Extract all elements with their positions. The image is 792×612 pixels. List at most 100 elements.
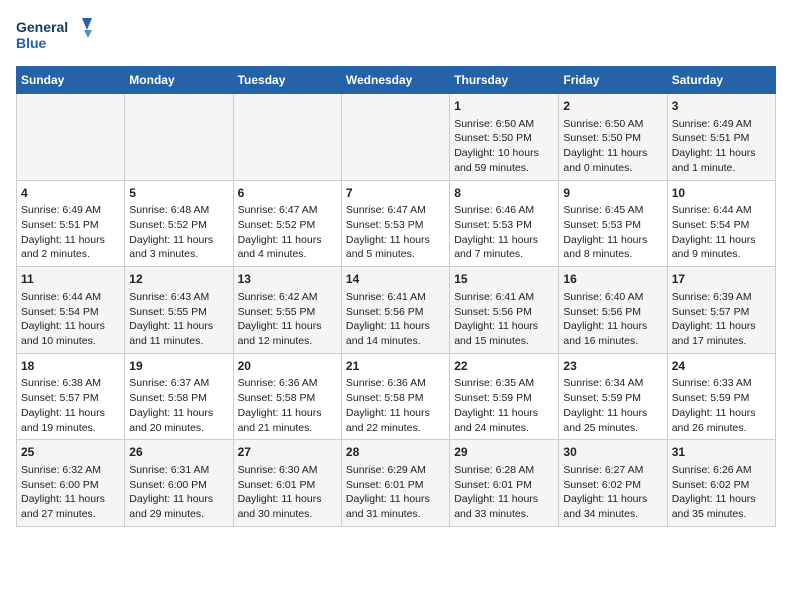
calendar-cell: 22Sunrise: 6:35 AM Sunset: 5:59 PM Dayli… bbox=[450, 353, 559, 440]
calendar-cell: 28 Sunrise: 6:29 AM Sunset: 6:01 PM Dayli… bbox=[341, 440, 449, 527]
day-number: 14 bbox=[346, 271, 445, 288]
day-info: Sunrise: 6:41 AM Sunset: 5:56 PM Dayligh… bbox=[346, 290, 445, 349]
day-info: Sunrise: 6:37 AM Sunset: 5:58 PM Dayligh… bbox=[129, 376, 228, 435]
day-number: 25 bbox=[21, 444, 120, 461]
day-number: 10 bbox=[672, 185, 771, 202]
day-info: Sunrise: 6:34 AM Sunset: 5:59 PM Dayligh… bbox=[563, 376, 662, 435]
day-number: 6 bbox=[238, 185, 337, 202]
day-number: 15 bbox=[454, 271, 554, 288]
day-number: 1 bbox=[454, 98, 554, 115]
day-info: Sunrise: 6:50 AM Sunset: 5:50 PM Dayligh… bbox=[454, 117, 554, 176]
day-number: 16 bbox=[563, 271, 662, 288]
day-number: 3 bbox=[672, 98, 771, 115]
svg-text:Blue: Blue bbox=[16, 35, 47, 51]
calendar-week-row: 1 Sunrise: 6:50 AM Sunset: 5:50 PM Daylig… bbox=[17, 94, 776, 181]
day-info: Sunrise: 6:45 AM Sunset: 5:53 PM Dayligh… bbox=[563, 203, 662, 262]
day-info: Sunrise: 6:32 AM Sunset: 6:00 PM Dayligh… bbox=[21, 463, 120, 522]
calendar-cell: 5Sunrise: 6:48 AM Sunset: 5:52 PM Daylig… bbox=[125, 180, 233, 267]
calendar-week-row: 11Sunrise: 6:44 AM Sunset: 5:54 PM Dayli… bbox=[17, 267, 776, 354]
day-number: 22 bbox=[454, 358, 554, 375]
day-info: Sunrise: 6:42 AM Sunset: 5:55 PM Dayligh… bbox=[238, 290, 337, 349]
day-info: Sunrise: 6:49 AM Sunset: 5:51 PM Dayligh… bbox=[672, 117, 771, 176]
calendar-cell: 17Sunrise: 6:39 AM Sunset: 5:57 PM Dayli… bbox=[667, 267, 775, 354]
day-info: Sunrise: 6:30 AM Sunset: 6:01 PM Dayligh… bbox=[238, 463, 337, 522]
calendar-cell: 4Sunrise: 6:49 AM Sunset: 5:51 PM Daylig… bbox=[17, 180, 125, 267]
day-info: Sunrise: 6:44 AM Sunset: 5:54 PM Dayligh… bbox=[21, 290, 120, 349]
calendar-cell: 29 Sunrise: 6:28 AM Sunset: 6:01 PM Dayli… bbox=[450, 440, 559, 527]
calendar-cell: 7Sunrise: 6:47 AM Sunset: 5:53 PM Daylig… bbox=[341, 180, 449, 267]
weekday-header: Monday bbox=[125, 67, 233, 94]
calendar-cell: 23Sunrise: 6:34 AM Sunset: 5:59 PM Dayli… bbox=[559, 353, 667, 440]
day-number: 30 bbox=[563, 444, 662, 461]
page-header: General Blue bbox=[16, 16, 776, 58]
calendar-cell bbox=[341, 94, 449, 181]
calendar-header-row: SundayMondayTuesdayWednesdayThursdayFrid… bbox=[17, 67, 776, 94]
calendar-cell: 2 Sunrise: 6:50 AM Sunset: 5:50 PM Daylig… bbox=[559, 94, 667, 181]
day-info: Sunrise: 6:40 AM Sunset: 5:56 PM Dayligh… bbox=[563, 290, 662, 349]
calendar-cell bbox=[17, 94, 125, 181]
calendar-cell: 25 Sunrise: 6:32 AM Sunset: 6:00 PM Dayli… bbox=[17, 440, 125, 527]
day-number: 20 bbox=[238, 358, 337, 375]
day-info: Sunrise: 6:43 AM Sunset: 5:55 PM Dayligh… bbox=[129, 290, 228, 349]
day-number: 8 bbox=[454, 185, 554, 202]
day-number: 7 bbox=[346, 185, 445, 202]
weekday-header: Sunday bbox=[17, 67, 125, 94]
logo-svg: General Blue bbox=[16, 16, 96, 58]
day-info: Sunrise: 6:29 AM Sunset: 6:01 PM Dayligh… bbox=[346, 463, 445, 522]
weekday-header: Tuesday bbox=[233, 67, 341, 94]
calendar-cell: 9Sunrise: 6:45 AM Sunset: 5:53 PM Daylig… bbox=[559, 180, 667, 267]
day-info: Sunrise: 6:47 AM Sunset: 5:53 PM Dayligh… bbox=[346, 203, 445, 262]
day-number: 19 bbox=[129, 358, 228, 375]
day-number: 23 bbox=[563, 358, 662, 375]
calendar-cell: 13Sunrise: 6:42 AM Sunset: 5:55 PM Dayli… bbox=[233, 267, 341, 354]
day-info: Sunrise: 6:36 AM Sunset: 5:58 PM Dayligh… bbox=[238, 376, 337, 435]
day-info: Sunrise: 6:35 AM Sunset: 5:59 PM Dayligh… bbox=[454, 376, 554, 435]
day-info: Sunrise: 6:41 AM Sunset: 5:56 PM Dayligh… bbox=[454, 290, 554, 349]
day-info: Sunrise: 6:36 AM Sunset: 5:58 PM Dayligh… bbox=[346, 376, 445, 435]
day-number: 9 bbox=[563, 185, 662, 202]
calendar-week-row: 4Sunrise: 6:49 AM Sunset: 5:51 PM Daylig… bbox=[17, 180, 776, 267]
calendar-week-row: 18Sunrise: 6:38 AM Sunset: 5:57 PM Dayli… bbox=[17, 353, 776, 440]
day-number: 29 bbox=[454, 444, 554, 461]
calendar-cell: 18Sunrise: 6:38 AM Sunset: 5:57 PM Dayli… bbox=[17, 353, 125, 440]
day-number: 21 bbox=[346, 358, 445, 375]
day-info: Sunrise: 6:38 AM Sunset: 5:57 PM Dayligh… bbox=[21, 376, 120, 435]
weekday-header: Wednesday bbox=[341, 67, 449, 94]
day-number: 27 bbox=[238, 444, 337, 461]
calendar-cell bbox=[233, 94, 341, 181]
weekday-header: Friday bbox=[559, 67, 667, 94]
calendar-cell: 16 Sunrise: 6:40 AM Sunset: 5:56 PM Dayli… bbox=[559, 267, 667, 354]
day-number: 12 bbox=[129, 271, 228, 288]
day-number: 31 bbox=[672, 444, 771, 461]
svg-text:General: General bbox=[16, 19, 68, 35]
weekday-header: Saturday bbox=[667, 67, 775, 94]
day-info: Sunrise: 6:44 AM Sunset: 5:54 PM Dayligh… bbox=[672, 203, 771, 262]
day-number: 24 bbox=[672, 358, 771, 375]
calendar-cell: 14 Sunrise: 6:41 AM Sunset: 5:56 PM Dayli… bbox=[341, 267, 449, 354]
calendar-cell: 21Sunrise: 6:36 AM Sunset: 5:58 PM Dayli… bbox=[341, 353, 449, 440]
day-info: Sunrise: 6:26 AM Sunset: 6:02 PM Dayligh… bbox=[672, 463, 771, 522]
calendar-cell: 6Sunrise: 6:47 AM Sunset: 5:52 PM Daylig… bbox=[233, 180, 341, 267]
calendar-cell: 15 Sunrise: 6:41 AM Sunset: 5:56 PM Dayli… bbox=[450, 267, 559, 354]
calendar-cell: 3 Sunrise: 6:49 AM Sunset: 5:51 PM Daylig… bbox=[667, 94, 775, 181]
calendar-cell: 1 Sunrise: 6:50 AM Sunset: 5:50 PM Daylig… bbox=[450, 94, 559, 181]
day-info: Sunrise: 6:28 AM Sunset: 6:01 PM Dayligh… bbox=[454, 463, 554, 522]
day-info: Sunrise: 6:47 AM Sunset: 5:52 PM Dayligh… bbox=[238, 203, 337, 262]
calendar-cell bbox=[125, 94, 233, 181]
day-number: 28 bbox=[346, 444, 445, 461]
day-info: Sunrise: 6:33 AM Sunset: 5:59 PM Dayligh… bbox=[672, 376, 771, 435]
calendar-cell: 11Sunrise: 6:44 AM Sunset: 5:54 PM Dayli… bbox=[17, 267, 125, 354]
calendar-week-row: 25 Sunrise: 6:32 AM Sunset: 6:00 PM Dayli… bbox=[17, 440, 776, 527]
weekday-header: Thursday bbox=[450, 67, 559, 94]
day-info: Sunrise: 6:39 AM Sunset: 5:57 PM Dayligh… bbox=[672, 290, 771, 349]
day-info: Sunrise: 6:31 AM Sunset: 6:00 PM Dayligh… bbox=[129, 463, 228, 522]
logo: General Blue bbox=[16, 16, 96, 58]
day-number: 2 bbox=[563, 98, 662, 115]
calendar-cell: 26Sunrise: 6:31 AM Sunset: 6:00 PM Dayli… bbox=[125, 440, 233, 527]
calendar-table: SundayMondayTuesdayWednesdayThursdayFrid… bbox=[16, 66, 776, 527]
day-info: Sunrise: 6:50 AM Sunset: 5:50 PM Dayligh… bbox=[563, 117, 662, 176]
day-number: 18 bbox=[21, 358, 120, 375]
calendar-cell: 27 Sunrise: 6:30 AM Sunset: 6:01 PM Dayli… bbox=[233, 440, 341, 527]
calendar-cell: 19Sunrise: 6:37 AM Sunset: 5:58 PM Dayli… bbox=[125, 353, 233, 440]
day-info: Sunrise: 6:49 AM Sunset: 5:51 PM Dayligh… bbox=[21, 203, 120, 262]
